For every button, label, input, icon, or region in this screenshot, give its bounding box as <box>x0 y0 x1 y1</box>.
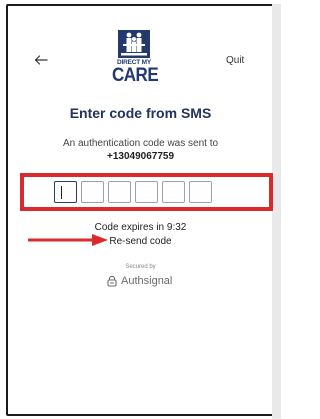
page-title: Enter code from SMS <box>69 105 212 121</box>
back-button[interactable] <box>32 53 50 67</box>
code-digit-3[interactable] <box>108 181 131 203</box>
family-logo-icon <box>118 30 150 58</box>
code-digit-4[interactable] <box>135 181 158 203</box>
code-input-group <box>54 181 212 203</box>
authsignal-label: Authsignal <box>121 275 173 287</box>
code-digit-1[interactable] <box>54 181 77 203</box>
code-digit-2[interactable] <box>81 181 104 203</box>
logo-line-2: CARE <box>112 63 159 86</box>
sent-message: An authentication code was sent to <box>62 138 219 149</box>
authsignal-brand: Authsignal <box>106 274 172 288</box>
code-digit-5[interactable] <box>162 181 185 203</box>
code-digit-6[interactable] <box>189 181 212 203</box>
direct-my-care-logo: DIRECT MY CARE <box>112 30 159 90</box>
quit-button[interactable]: Quit <box>226 55 244 66</box>
page-edge <box>272 4 281 419</box>
arrow-left-icon <box>34 55 48 65</box>
text-caret <box>61 186 62 199</box>
phone-number: +13049067759 <box>106 151 175 162</box>
authsignal-logo-icon <box>107 275 117 287</box>
code-expiry-text: Code expires in 9:32 <box>94 222 187 233</box>
secured-by-label: Secured by <box>125 264 156 270</box>
red-arrow-right-icon <box>28 234 108 246</box>
